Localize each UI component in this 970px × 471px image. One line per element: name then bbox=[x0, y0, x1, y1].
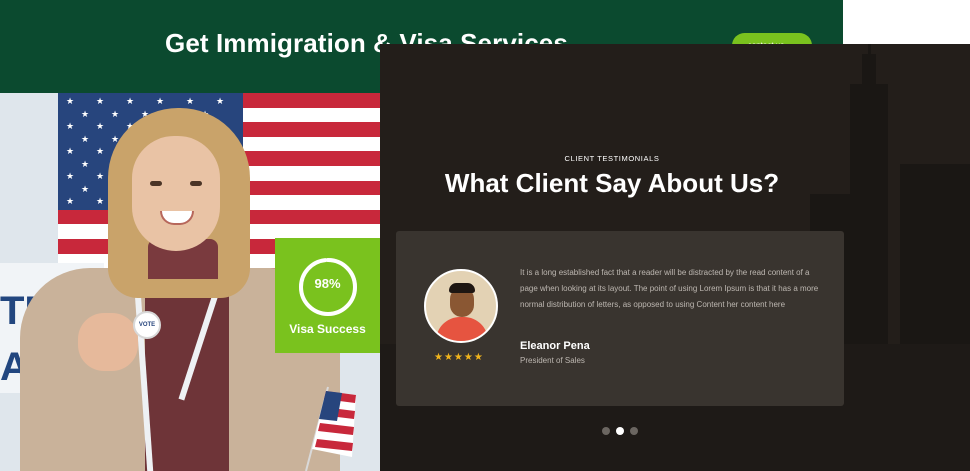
flag-star: ★ bbox=[96, 171, 105, 181]
testimonial-role: President of Sales bbox=[520, 356, 585, 365]
flag-star: ★ bbox=[81, 183, 90, 194]
section-heading: What Client Say About Us? bbox=[444, 168, 780, 198]
carousel-dot-active[interactable] bbox=[616, 427, 624, 435]
flag-star: ★ bbox=[66, 146, 75, 156]
flag-star: ★ bbox=[66, 171, 75, 181]
flag-star: ★ bbox=[66, 121, 75, 131]
flag-star: ★ bbox=[216, 96, 225, 106]
flag-star: ★ bbox=[81, 158, 90, 169]
flag-star: ★ bbox=[96, 146, 105, 156]
avatar bbox=[424, 269, 498, 343]
visa-success-percent: 98% bbox=[314, 276, 341, 291]
carousel-dot[interactable] bbox=[630, 427, 638, 435]
flag-star: ★ bbox=[66, 96, 75, 106]
flag-star: ★ bbox=[66, 196, 75, 206]
testimonial-author: Eleanor Pena bbox=[520, 340, 590, 352]
visa-success-label: Visa Success bbox=[289, 322, 366, 336]
flag-star: ★ bbox=[156, 96, 165, 106]
testimonial-card: ★★★★★ It is a long established fact that… bbox=[396, 231, 844, 406]
testimonial-quote: It is a long established fact that a rea… bbox=[520, 268, 819, 309]
carousel-pagination bbox=[602, 427, 638, 435]
flag-star: ★ bbox=[96, 196, 105, 206]
visa-success-card: 98% Visa Success bbox=[275, 238, 380, 353]
person-eye bbox=[190, 181, 202, 186]
carousel-dot[interactable] bbox=[602, 427, 610, 435]
flag-star: ★ bbox=[81, 108, 90, 119]
flag-star: ★ bbox=[126, 96, 135, 106]
flag-star: ★ bbox=[96, 121, 105, 131]
section-eyebrow: CLIENT TESTIMONIALS bbox=[564, 154, 660, 163]
person-eye bbox=[150, 181, 162, 186]
person-hand bbox=[78, 313, 138, 371]
flag-star: ★ bbox=[96, 96, 105, 106]
rating-stars: ★★★★★ bbox=[434, 352, 484, 363]
flag-star: ★ bbox=[81, 133, 90, 144]
flag-star: ★ bbox=[186, 96, 195, 106]
small-us-flag bbox=[305, 386, 356, 471]
flag-star: ★ bbox=[111, 108, 120, 119]
vote-badge: VOTE bbox=[133, 311, 161, 339]
